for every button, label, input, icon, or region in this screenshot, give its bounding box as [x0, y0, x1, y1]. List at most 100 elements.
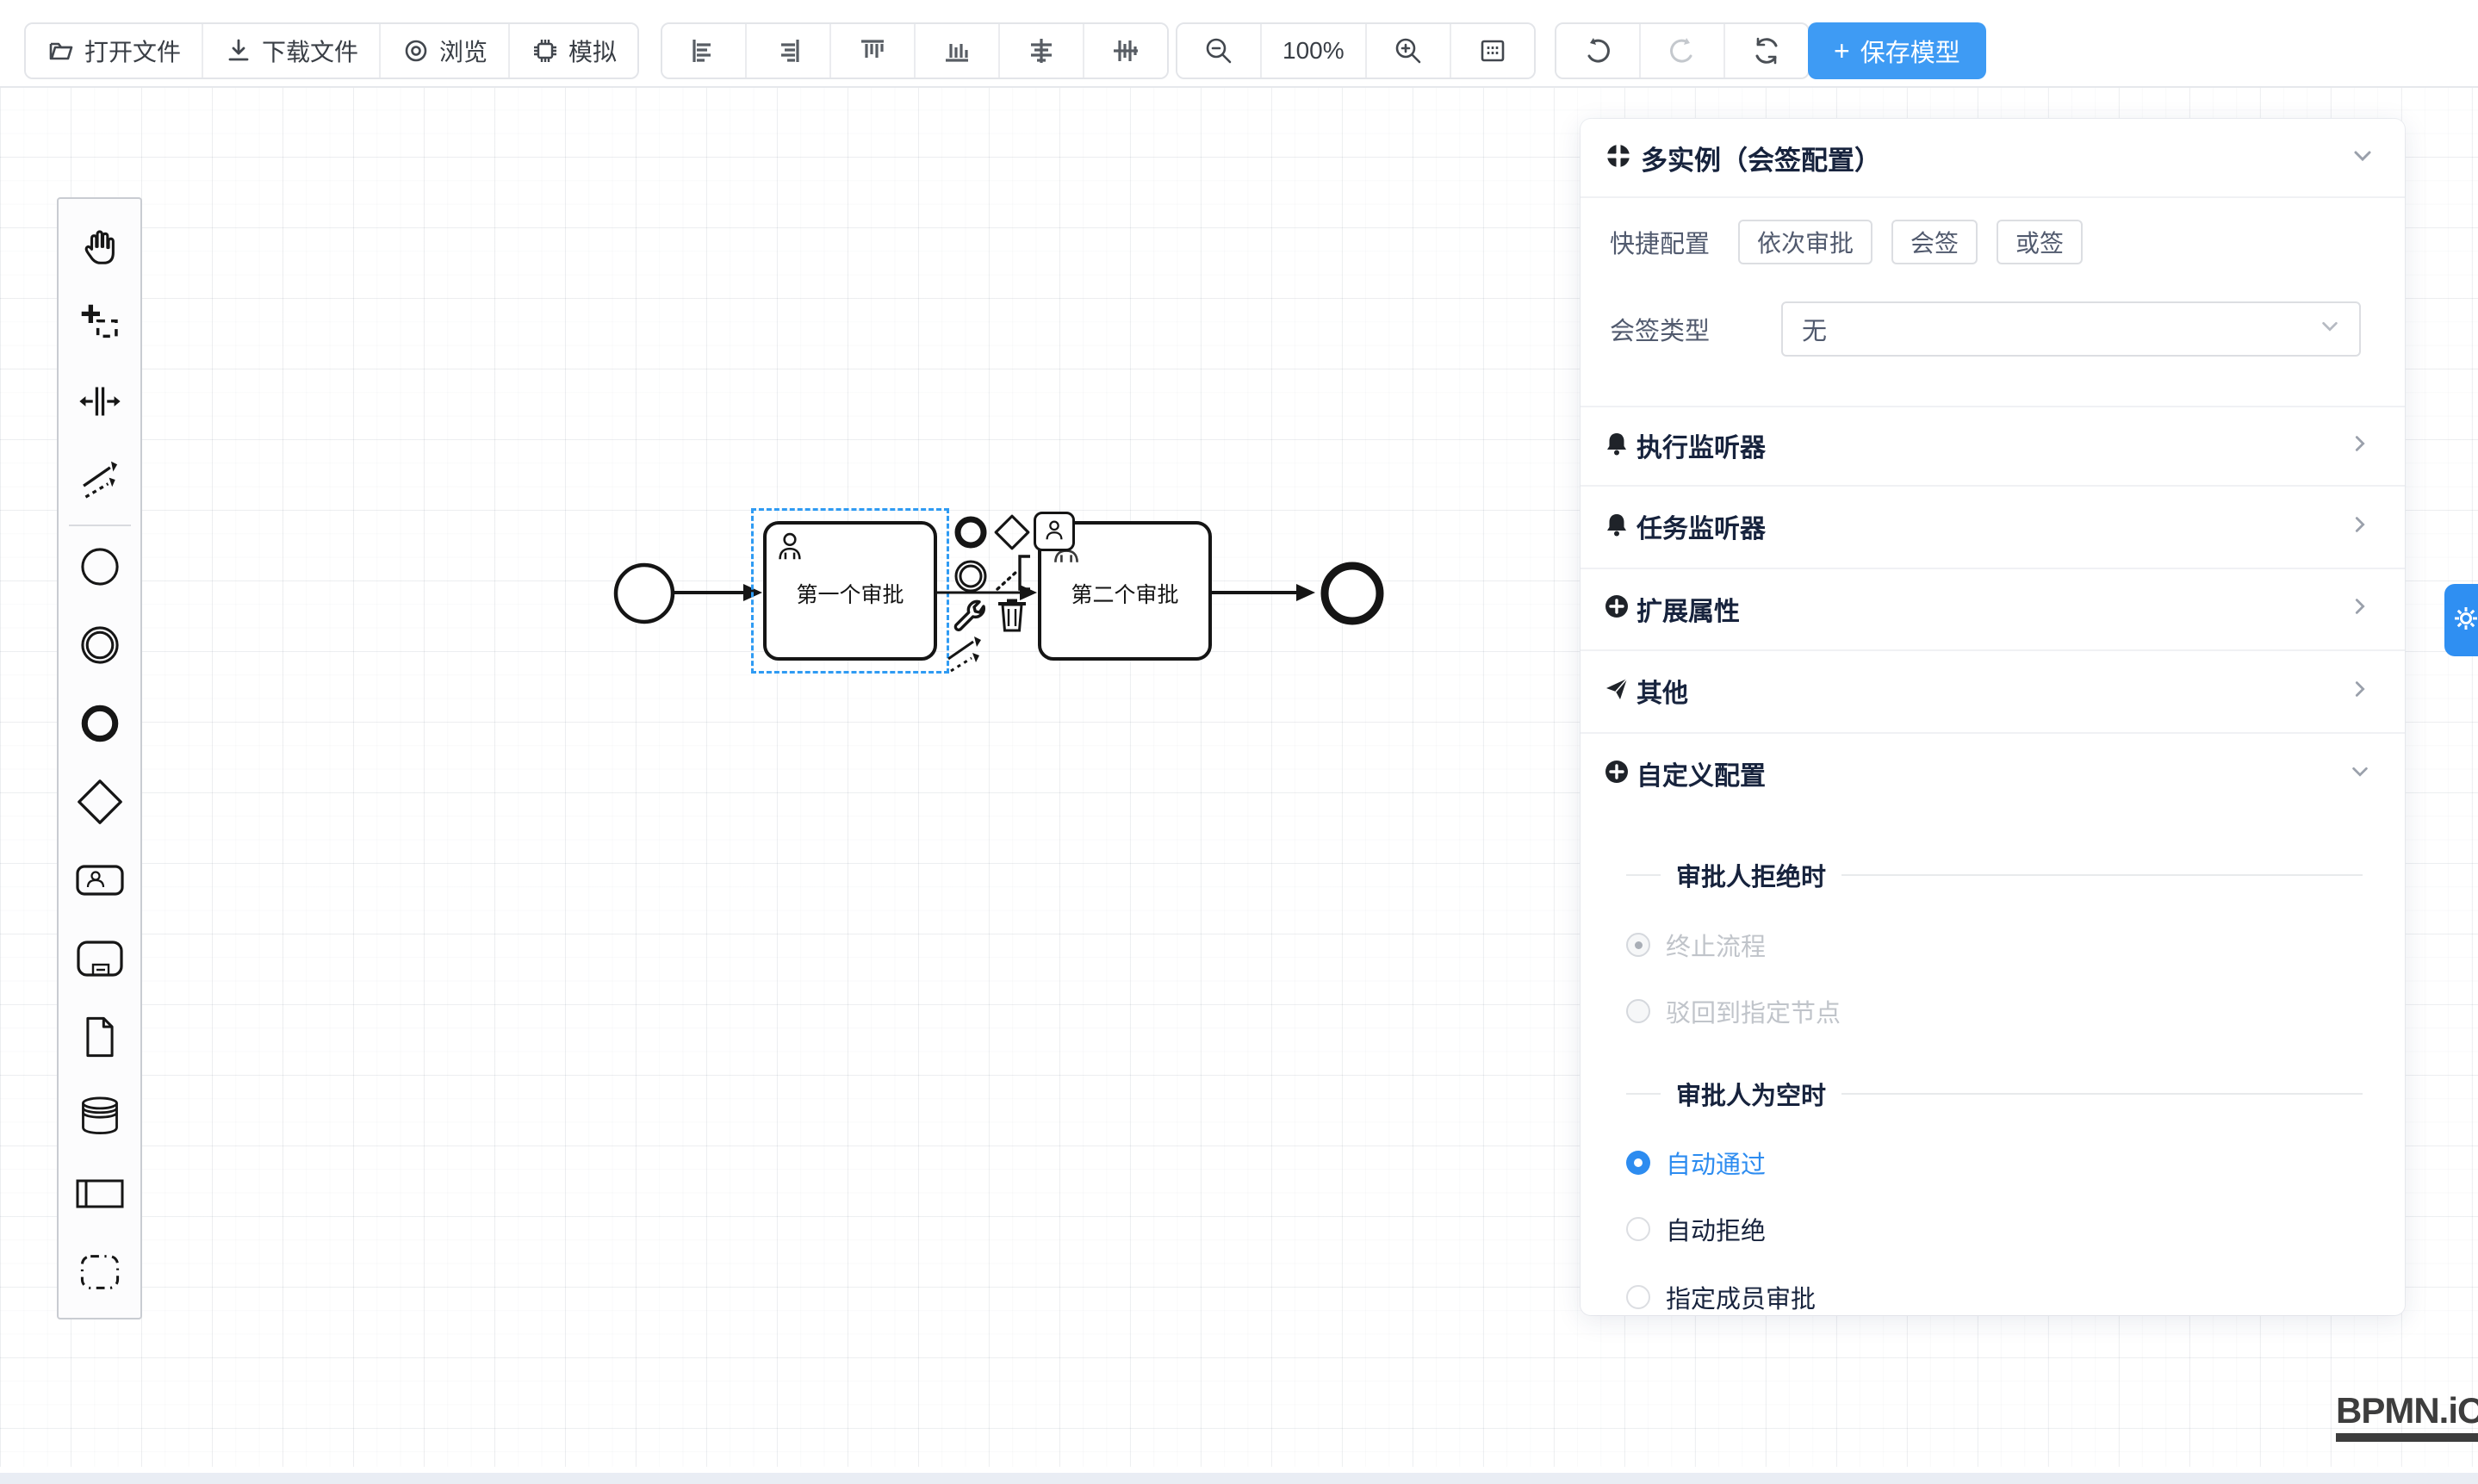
plus-icon: +: [1834, 37, 1850, 65]
simulate-button[interactable]: 模拟: [510, 24, 637, 78]
logo-underline: [2336, 1433, 2478, 1442]
browse-button[interactable]: 浏览: [381, 24, 510, 78]
delete-action[interactable]: [992, 596, 1032, 636]
zoom-fit-button[interactable]: [1451, 24, 1534, 78]
align-center-button[interactable]: [1084, 24, 1167, 78]
create-data-store[interactable]: [59, 1078, 140, 1157]
global-connect-tool[interactable]: [59, 443, 140, 521]
radio-icon: [1626, 1217, 1650, 1241]
lasso-tool[interactable]: [59, 286, 140, 364]
align-right-button[interactable]: [747, 24, 831, 78]
create-end-event[interactable]: [59, 686, 140, 765]
bell-icon: [1604, 512, 1630, 542]
align-toolbar-group: [661, 22, 1169, 79]
align-left-button[interactable]: [662, 24, 747, 78]
subprocess-icon: [75, 939, 125, 983]
align-center-icon: [1110, 35, 1141, 66]
create-subprocess[interactable]: [59, 922, 140, 1000]
zoom-toolbar-group: 100%: [1176, 22, 1536, 79]
section-extended-properties[interactable]: 扩展属性: [1581, 568, 2405, 649]
hand-tool[interactable]: [59, 208, 140, 286]
append-gateway-action[interactable]: [992, 514, 1032, 554]
bpmn-palette: [57, 197, 142, 1319]
bpmn-io-logo: BPMN.iO: [2336, 1390, 2478, 1442]
zoom-out-button[interactable]: [1177, 24, 1262, 78]
space-tool[interactable]: [59, 364, 140, 443]
append-text-annotation-action[interactable]: [991, 553, 1039, 598]
create-group[interactable]: [59, 1235, 140, 1313]
section-execution-listener[interactable]: 执行监听器: [1581, 406, 2405, 485]
section-other[interactable]: 其他: [1581, 649, 2405, 732]
folder-open-icon: [47, 36, 76, 65]
create-user-task[interactable]: [59, 843, 140, 922]
zoom-in-button[interactable]: [1367, 24, 1451, 78]
gateway-icon: [76, 778, 124, 830]
section-custom-config[interactable]: 自定义配置: [1581, 732, 2405, 815]
create-participant[interactable]: [59, 1157, 140, 1235]
quick-option-sequential[interactable]: 依次审批: [1738, 220, 1872, 264]
browse-label: 浏览: [439, 34, 488, 68]
change-type-action[interactable]: [949, 599, 989, 639]
countersign-type-select[interactable]: 无: [1781, 301, 2361, 357]
end-event-shape[interactable]: [1319, 560, 1386, 631]
chip-icon: [531, 36, 560, 65]
data-object-icon: [81, 1015, 119, 1064]
append-intermediate-event-action[interactable]: [951, 558, 991, 598]
radio-auto-reject[interactable]: 自动拒绝: [1581, 1208, 2405, 1250]
connect-action[interactable]: [946, 637, 985, 677]
append-task-action[interactable]: [1034, 512, 1075, 551]
zoom-in-icon: [1393, 35, 1424, 66]
append-end-event-action[interactable]: [951, 514, 991, 554]
align-top-icon: [857, 35, 888, 66]
sequence-flow-3[interactable]: [1212, 581, 1317, 609]
undo-button[interactable]: [1556, 24, 1641, 78]
align-top-button[interactable]: [831, 24, 916, 78]
reset-button[interactable]: [1725, 24, 1808, 78]
quick-option-orsign[interactable]: 或签: [1997, 220, 2083, 264]
select-value: 无: [1802, 311, 2320, 347]
reject-heading: 审批人拒绝时: [1581, 856, 2405, 894]
participant-icon: [74, 1176, 126, 1216]
zoom-level-value: 100%: [1282, 37, 1345, 65]
create-data-object[interactable]: [59, 1000, 140, 1078]
radio-icon: [1626, 1285, 1650, 1309]
open-file-button[interactable]: 打开文件: [26, 24, 203, 78]
panel-header[interactable]: 多实例（会签配置）: [1581, 119, 2405, 198]
chevron-right-icon: [2350, 596, 2370, 621]
lasso-icon: [78, 301, 122, 350]
sequence-flow-1[interactable]: [674, 581, 764, 609]
align-middle-button[interactable]: [1000, 24, 1084, 78]
task-first-approval[interactable]: 第一个审批: [763, 521, 937, 661]
start-event-icon: [78, 544, 122, 593]
download-file-label: 下载文件: [262, 34, 358, 68]
radio-designated-member[interactable]: 指定成员审批: [1581, 1276, 2405, 1318]
create-start-event[interactable]: [59, 530, 140, 608]
countersign-type-row: 会签类型 无: [1581, 301, 2405, 357]
download-file-button[interactable]: 下载文件: [203, 24, 381, 78]
create-gateway[interactable]: [59, 765, 140, 843]
save-model-button[interactable]: + 保存模型: [1808, 22, 1986, 79]
user-icon: [773, 530, 806, 567]
settings-tab[interactable]: [2444, 584, 2478, 656]
simulate-label: 模拟: [568, 34, 617, 68]
zoom-level[interactable]: 100%: [1262, 24, 1367, 78]
align-bottom-button[interactable]: [916, 24, 1000, 78]
align-left-icon: [688, 35, 719, 66]
countersign-type-label: 会签类型: [1581, 311, 1710, 347]
user-task-icon: [75, 861, 125, 903]
quick-option-countersign[interactable]: 会签: [1891, 220, 1978, 264]
chevron-down-icon[interactable]: [2351, 145, 2374, 171]
multi-instance-icon: [1605, 142, 1632, 174]
section-task-listener[interactable]: 任务监听器: [1581, 485, 2405, 568]
radio-return-to-node[interactable]: 驳回到指定节点: [1581, 990, 2405, 1032]
quick-config-row: 快捷配置 依次审批 会签 或签: [1581, 218, 2405, 266]
end-event-icon: [78, 701, 122, 750]
radio-terminate-process[interactable]: 终止流程: [1581, 924, 2405, 966]
chevron-down-icon: [2350, 761, 2370, 786]
data-store-icon: [78, 1095, 122, 1140]
redo-button[interactable]: [1641, 24, 1725, 78]
quick-config-label: 快捷配置: [1581, 224, 1710, 260]
radio-auto-pass[interactable]: 自动通过: [1581, 1142, 2405, 1183]
create-intermediate-event[interactable]: [59, 608, 140, 686]
start-event-shape[interactable]: [612, 562, 676, 630]
